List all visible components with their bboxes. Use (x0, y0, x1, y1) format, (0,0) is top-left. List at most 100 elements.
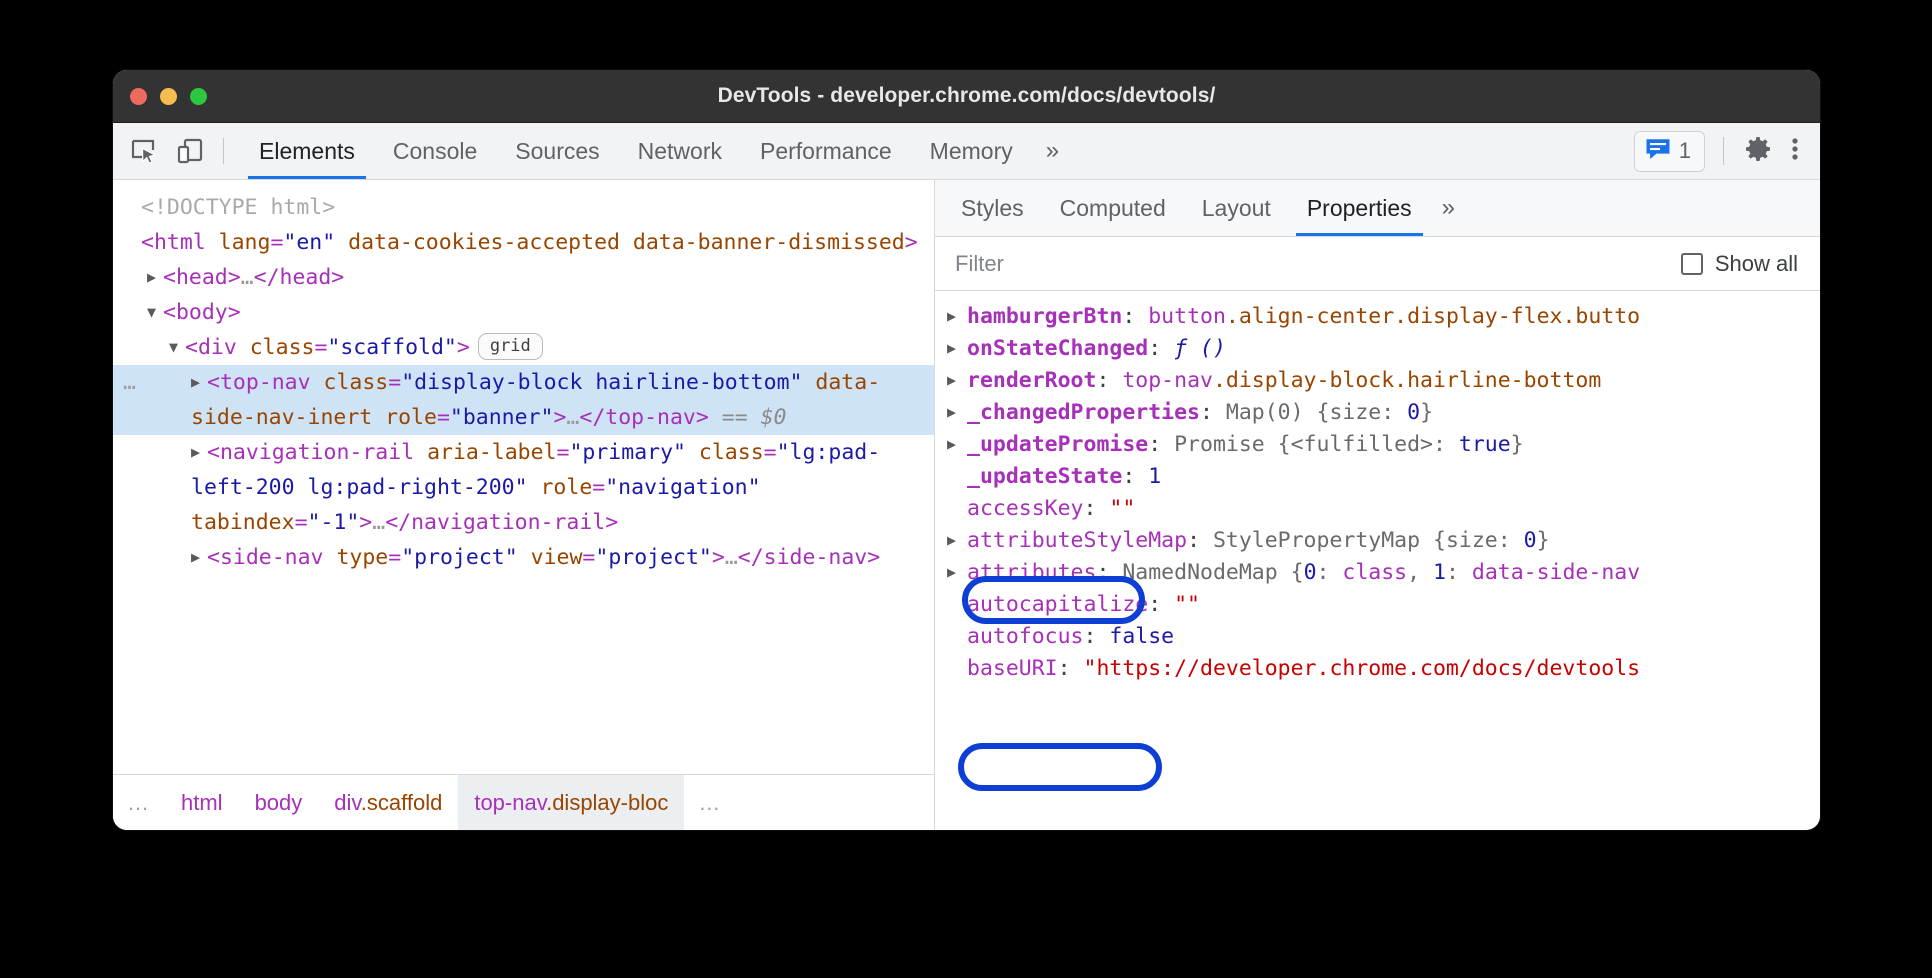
dom-tree[interactable]: <!DOCTYPE html> <html lang="en" data-cook… (113, 180, 934, 774)
property-value: button (1148, 304, 1226, 329)
expand-arrow-icon[interactable]: ▶ (947, 556, 967, 588)
property-row[interactable]: ▶_changedProperties: Map(0) {size: 0} (935, 396, 1820, 428)
dom-node[interactable]: <!DOCTYPE html> (113, 190, 934, 225)
dom-token-tag: > (359, 510, 372, 535)
more-tabs-chevron-icon[interactable]: » (1032, 137, 1073, 165)
dom-token-cmt: … (725, 545, 738, 570)
tab-performance[interactable]: Performance (741, 123, 911, 179)
toolbar-divider (223, 138, 224, 164)
property-separator: : (1148, 432, 1174, 457)
elements-panel: <!DOCTYPE html> <html lang="en" data-cook… (113, 180, 934, 830)
expand-arrow-icon[interactable]: ▶ (191, 540, 207, 575)
tab-network[interactable]: Network (619, 123, 741, 179)
breadcrumb-item[interactable]: top-nav.display-bloc (458, 775, 684, 830)
breadcrumb-item[interactable]: html (165, 775, 239, 830)
property-row[interactable]: ▶autocapitalize: "" (935, 588, 1820, 620)
tab-console[interactable]: Console (374, 123, 496, 179)
dom-token-val: "en" (283, 230, 335, 255)
dom-node[interactable]: ▶<side-nav type="project" view="project"… (113, 540, 934, 575)
property-name: accessKey (967, 496, 1084, 521)
property-row[interactable]: ▶baseURI: "https://developer.chrome.com/… (935, 652, 1820, 684)
property-value: Map(0) {size: (1226, 400, 1407, 425)
property-value: 1 (1433, 560, 1446, 585)
property-row[interactable]: ▶_updatePromise: Promise {<fulfilled>: t… (935, 428, 1820, 460)
dom-token-val: "-1" (308, 510, 360, 535)
property-value: StylePropertyMap {size: (1213, 528, 1524, 553)
property-value: NamedNodeMap { (1122, 560, 1303, 585)
property-row[interactable]: ▶accessKey: "" (935, 492, 1820, 524)
dom-token-attr: role (528, 475, 593, 500)
dom-token-val: "display-block hairline-bottom" (401, 370, 802, 395)
breadcrumb-item[interactable]: body (239, 775, 319, 830)
property-separator: : (1122, 464, 1148, 489)
expand-arrow-icon[interactable]: ▶ (191, 365, 207, 400)
property-row[interactable]: ▶_updateState: 1 (935, 460, 1820, 492)
dom-node[interactable]: ▶<head>…</head> (113, 260, 934, 295)
property-name: baseURI (967, 656, 1058, 681)
expand-arrow-icon[interactable]: ▶ (947, 524, 967, 556)
tab-computed[interactable]: Computed (1042, 180, 1184, 236)
property-value: : (1317, 560, 1343, 585)
gear-icon[interactable] (1742, 133, 1774, 170)
grid-badge[interactable]: grid (478, 333, 543, 360)
dom-node[interactable]: ▼<div class="scaffold">grid (113, 330, 934, 365)
expand-arrow-icon[interactable]: ▶ (191, 435, 207, 470)
property-separator: : (1148, 336, 1174, 361)
dom-node[interactable]: <html lang="en" data-cookies-accepted da… (113, 225, 934, 260)
dom-node[interactable]: ▶<navigation-rail aria-label="primary" c… (113, 435, 934, 540)
property-row[interactable]: ▶renderRoot: top-nav.display-block.hairl… (935, 364, 1820, 396)
dom-token-tag: = (764, 440, 777, 465)
sidebar-more-tabs-chevron-icon[interactable]: » (1430, 194, 1467, 222)
tab-properties[interactable]: Properties (1289, 180, 1430, 236)
property-name: renderRoot (967, 368, 1096, 393)
property-separator: : (1122, 304, 1148, 329)
tab-sources[interactable]: Sources (496, 123, 618, 179)
breadcrumb-tag: div (334, 790, 361, 815)
dom-node[interactable]: ▼<body> (113, 295, 934, 330)
breadcrumb-overflow[interactable]: … (113, 775, 165, 830)
dom-token-doct: <!DOCTYPE html> (141, 195, 335, 220)
property-value: false (1109, 624, 1174, 649)
property-row[interactable]: ▶hamburgerBtn: button.align-center.displ… (935, 300, 1820, 332)
expand-arrow-icon[interactable]: ▶ (947, 364, 967, 396)
dom-token-tag: = (388, 370, 401, 395)
collapse-arrow-icon[interactable]: ▼ (147, 295, 163, 330)
breadcrumb-item[interactable]: div.scaffold (318, 775, 458, 830)
device-toolbar-icon[interactable] (175, 136, 205, 166)
expand-arrow-icon[interactable]: ▶ (947, 300, 967, 332)
property-separator: : (1096, 368, 1122, 393)
dom-node-overflow-dots[interactable]: … (123, 365, 137, 400)
dom-token-attr: view (518, 545, 583, 570)
property-row[interactable]: ▶autofocus: false (935, 620, 1820, 652)
tab-styles[interactable]: Styles (943, 180, 1042, 236)
tab-elements[interactable]: Elements (240, 123, 374, 179)
tab-memory[interactable]: Memory (911, 123, 1032, 179)
tab-layout[interactable]: Layout (1184, 180, 1289, 236)
dom-token-tag: <html (141, 230, 219, 255)
dom-token-val: "project" (595, 545, 712, 570)
property-row[interactable]: ▶attributes: NamedNodeMap {0: class, 1: … (935, 556, 1820, 588)
expand-arrow-icon[interactable]: ▶ (947, 332, 967, 364)
expand-arrow-icon[interactable]: ▶ (147, 260, 163, 295)
kebab-menu-icon[interactable] (1790, 133, 1800, 170)
breadcrumb-overflow[interactable]: … (684, 775, 736, 830)
properties-list[interactable]: ▶hamburgerBtn: button.align-center.displ… (935, 292, 1820, 830)
expand-arrow-icon[interactable]: ▶ (947, 396, 967, 428)
property-value: } (1537, 528, 1550, 553)
expand-arrow-icon[interactable]: ▶ (947, 428, 967, 460)
dom-token-tag: </side-nav> (738, 545, 880, 570)
property-value: "" (1109, 496, 1135, 521)
dom-node-selected[interactable]: …▶<top-nav class="display-block hairline… (113, 365, 934, 435)
inspect-element-icon[interactable] (129, 136, 159, 166)
filter-bar: Show all (935, 237, 1820, 291)
window-titlebar: DevTools - developer.chrome.com/docs/dev… (113, 70, 1820, 123)
show-all-checkbox[interactable]: Show all (1681, 251, 1798, 277)
dom-token-attr: aria-label (427, 440, 556, 465)
property-row[interactable]: ▶attributeStyleMap: StylePropertyMap {si… (935, 524, 1820, 556)
dom-token-tag: <head> (163, 265, 241, 290)
collapse-arrow-icon[interactable]: ▼ (169, 330, 185, 365)
property-row[interactable]: ▶onStateChanged: ƒ () (935, 332, 1820, 364)
filter-input[interactable] (955, 251, 1681, 277)
elements-sidebar: Styles Computed Layout Properties » Show… (935, 180, 1820, 830)
message-count-button[interactable]: 1 (1634, 131, 1705, 172)
